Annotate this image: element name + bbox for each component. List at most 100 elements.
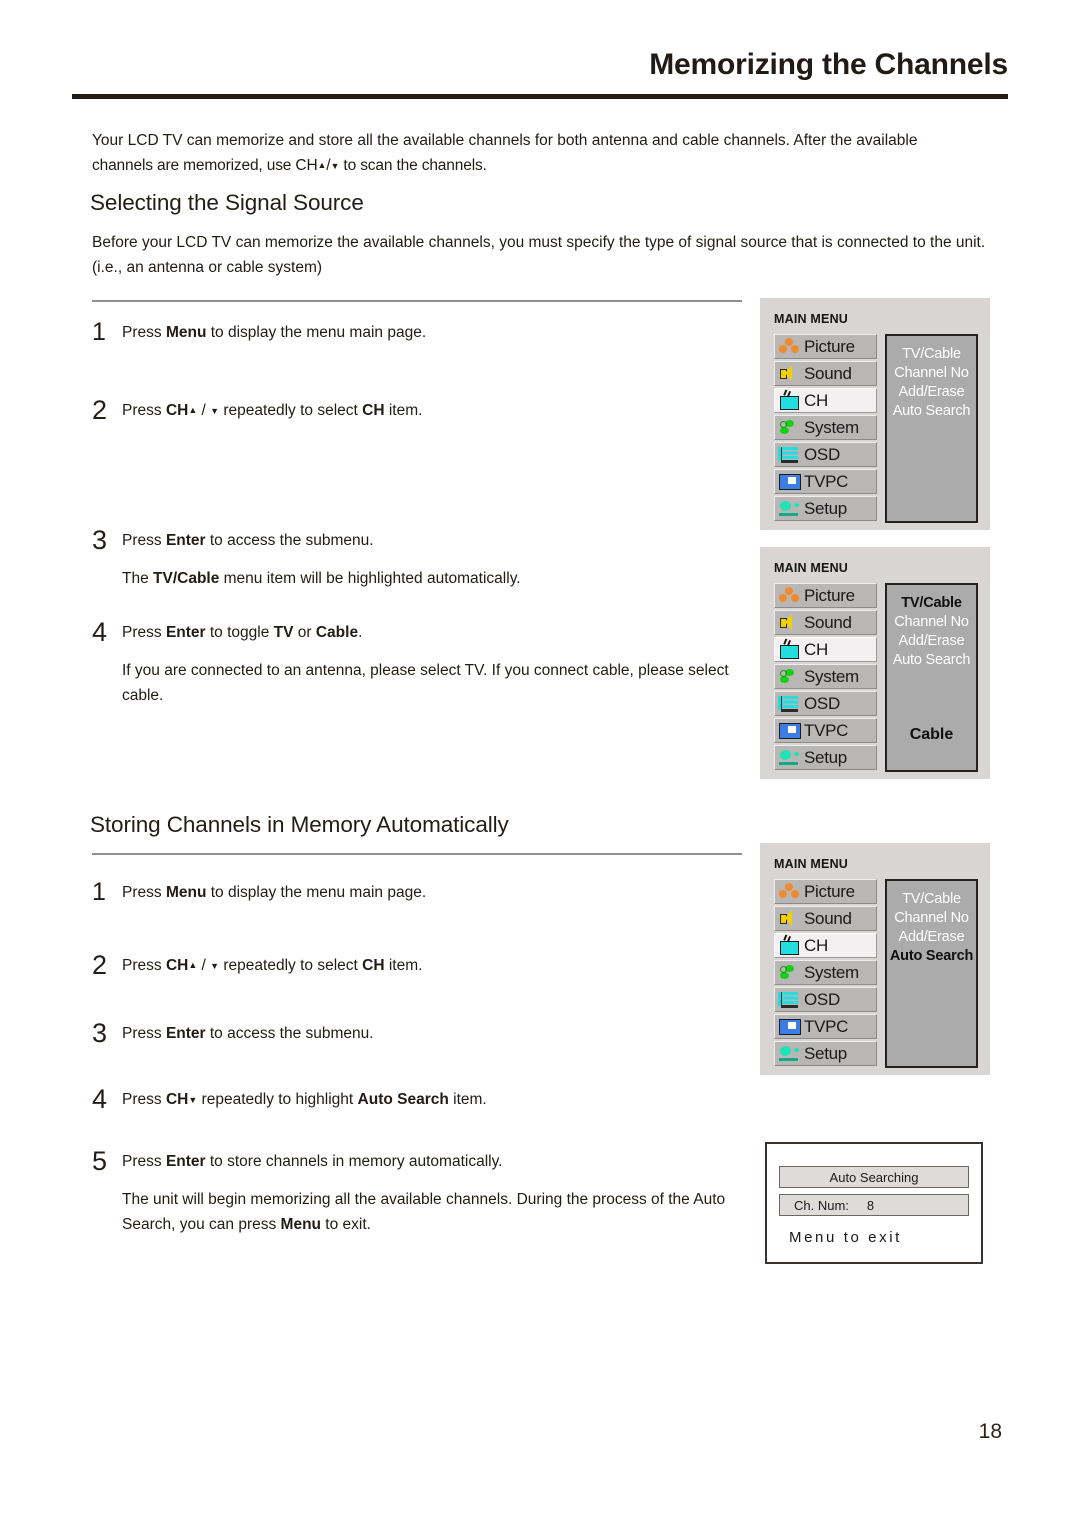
step-2-1: 1 Press Menu to display the menu main pa… [92, 880, 752, 905]
osd-submenu-item-channel-no[interactable]: Channel No [894, 909, 969, 928]
osd-item-label: System [804, 417, 859, 437]
section-heading-signal-source: Selecting the Signal Source [90, 190, 364, 215]
step-text-bold: Menu [165, 884, 207, 901]
channel-number-label: Ch. Num: [794, 1197, 849, 1213]
channel-down-arrow-icon [210, 957, 219, 974]
osd-item-setup[interactable]: Setup [774, 496, 877, 521]
osd-item-ch[interactable]: CH [774, 933, 877, 958]
step-2-4: 4 Press CH repeatedly to highlight Auto … [92, 1086, 752, 1113]
step-text-post-2: item. [384, 402, 423, 419]
section-divider-2 [92, 853, 742, 855]
step-text-post-2: item. [448, 1091, 487, 1108]
osd-submenu-item-auto-search[interactable]: Auto Search [893, 651, 971, 670]
osd-submenu-item-tv-cable[interactable]: TV/Cable [902, 345, 961, 364]
osd-submenu-item-add-erase[interactable]: Add/Erase [899, 632, 965, 651]
step-text-post: to display the menu main page. [206, 324, 427, 341]
osd-submenu-item-channel-no[interactable]: Channel No [894, 613, 969, 632]
auto-searching-status-bar: Auto Searching [779, 1166, 969, 1188]
step-text-post: repeatedly to highlight [197, 1091, 358, 1108]
step-number: 2 [92, 950, 108, 980]
osd-item-sound[interactable]: Sound [774, 906, 877, 931]
channel-down-arrow-icon [210, 402, 219, 419]
osd-title: MAIN MENU [774, 312, 849, 326]
osd-item-picture[interactable]: Picture [774, 879, 877, 904]
osd-item-setup[interactable]: Setup [774, 1041, 877, 1066]
osd-item-sound[interactable]: Sound [774, 361, 877, 386]
intro-line-1: Your LCD TV can memorize and store all t… [92, 132, 918, 149]
intro-paragraph: Your LCD TV can memorize and store all t… [92, 128, 997, 179]
tv-icon [778, 391, 800, 410]
osd-menu-list: Picture Sound CH System OSD TVPC Setup [774, 583, 877, 772]
step-text-pre: Press [122, 324, 166, 341]
osd-item-label: System [804, 962, 859, 982]
osd-item-osd[interactable]: OSD [774, 987, 877, 1012]
step-text-post: to store channels in memory automaticall… [205, 1153, 503, 1170]
osd-submenu-item-tv-cable[interactable]: TV/Cable [901, 594, 962, 613]
channel-up-arrow-icon [318, 157, 327, 174]
osd-item-ch[interactable]: CH [774, 637, 877, 662]
osd-submenu: TV/Cable Channel No Add/Erase Auto Searc… [885, 879, 978, 1068]
step-text-post: to access the submenu. [205, 532, 374, 549]
step-text-post: to display the menu main page. [206, 884, 427, 901]
step-text-pre: Press [122, 957, 166, 974]
step-text: Press Enter to access the submenu. [122, 1021, 752, 1046]
step-text-bold-2: CH [362, 402, 385, 419]
osd-item-label: Setup [804, 747, 847, 767]
section-heading-storing-channels: Storing Channels in Memory Automatically [90, 812, 509, 837]
step-text: Press CH / repeatedly to select CH item. [122, 398, 752, 424]
step-text: Press CH repeatedly to highlight Auto Se… [122, 1087, 752, 1113]
osd-item-setup[interactable]: Setup [774, 745, 877, 770]
osd-item-label: System [804, 666, 859, 686]
osd-item-system[interactable]: System [774, 960, 877, 985]
osd-item-osd[interactable]: OSD [774, 691, 877, 716]
step-1-2: 2 Press CH / repeatedly to select CH ite… [92, 397, 752, 424]
osd-main-menu-panel-2: MAIN MENU Picture Sound CH System OSD TV… [760, 547, 990, 779]
osd-item-label: CH [804, 639, 828, 659]
osd-item-ch[interactable]: CH [774, 388, 877, 413]
osd-submenu-item-add-erase[interactable]: Add/Erase [899, 383, 965, 402]
menu-to-exit-hint: Menu to exit [789, 1229, 902, 1246]
step-text-pre: Press [122, 624, 166, 641]
osd-submenu-item-add-erase[interactable]: Add/Erase [899, 928, 965, 947]
osd-item-picture[interactable]: Picture [774, 583, 877, 608]
osd-row: Picture Sound CH System OSD TVPC Setup T… [774, 583, 978, 772]
osd-item-osd[interactable]: OSD [774, 442, 877, 467]
picture-icon [778, 337, 800, 356]
step-text-post: repeatedly to select [219, 957, 363, 974]
osd-item-label: OSD [804, 989, 840, 1009]
osd-item-tvpc[interactable]: TVPC [774, 1014, 877, 1039]
channel-down-arrow-icon [330, 157, 339, 174]
step-text-bold: Enter [165, 624, 206, 641]
monitor-icon [778, 1017, 801, 1036]
step-text-bold: Enter [165, 532, 206, 549]
osd-item-label: TVPC [804, 1016, 849, 1036]
osd-submenu-item-channel-no[interactable]: Channel No [894, 364, 969, 383]
channel-up-arrow-icon [188, 957, 197, 974]
osd-main-menu-panel-1: MAIN MENU Picture Sound CH System OSD TV… [760, 298, 990, 530]
osd-submenu-selected-value: Cable [909, 726, 954, 743]
osd-item-label: Picture [804, 336, 855, 356]
channel-up-arrow-icon [188, 402, 197, 419]
osd-item-label: Picture [804, 585, 855, 605]
osd-icon [778, 445, 800, 464]
osd-submenu-item-tv-cable[interactable]: TV/Cable [902, 890, 961, 909]
osd-item-sound[interactable]: Sound [774, 610, 877, 635]
osd-item-system[interactable]: System [774, 415, 877, 440]
osd-item-tvpc[interactable]: TVPC [774, 718, 877, 743]
picture-icon [778, 882, 800, 901]
osd-item-tvpc[interactable]: TVPC [774, 469, 877, 494]
step-text-bold: CH [165, 1091, 189, 1108]
step-text-post: repeatedly to select [219, 402, 363, 419]
osd-submenu-item-auto-search[interactable]: Auto Search [893, 402, 971, 421]
step-number: 1 [92, 878, 106, 906]
sound-icon [778, 364, 800, 383]
step-text-pre: Press [122, 1153, 166, 1170]
step-text-bold: Enter [165, 1025, 206, 1042]
osd-submenu-item-auto-search[interactable]: Auto Search [890, 947, 973, 966]
sound-icon [778, 613, 800, 632]
osd-main-menu-panel-3: MAIN MENU Picture Sound CH System OSD TV… [760, 843, 990, 1075]
osd-item-label: OSD [804, 693, 840, 713]
monitor-icon [778, 472, 801, 491]
osd-item-picture[interactable]: Picture [774, 334, 877, 359]
osd-item-system[interactable]: System [774, 664, 877, 689]
